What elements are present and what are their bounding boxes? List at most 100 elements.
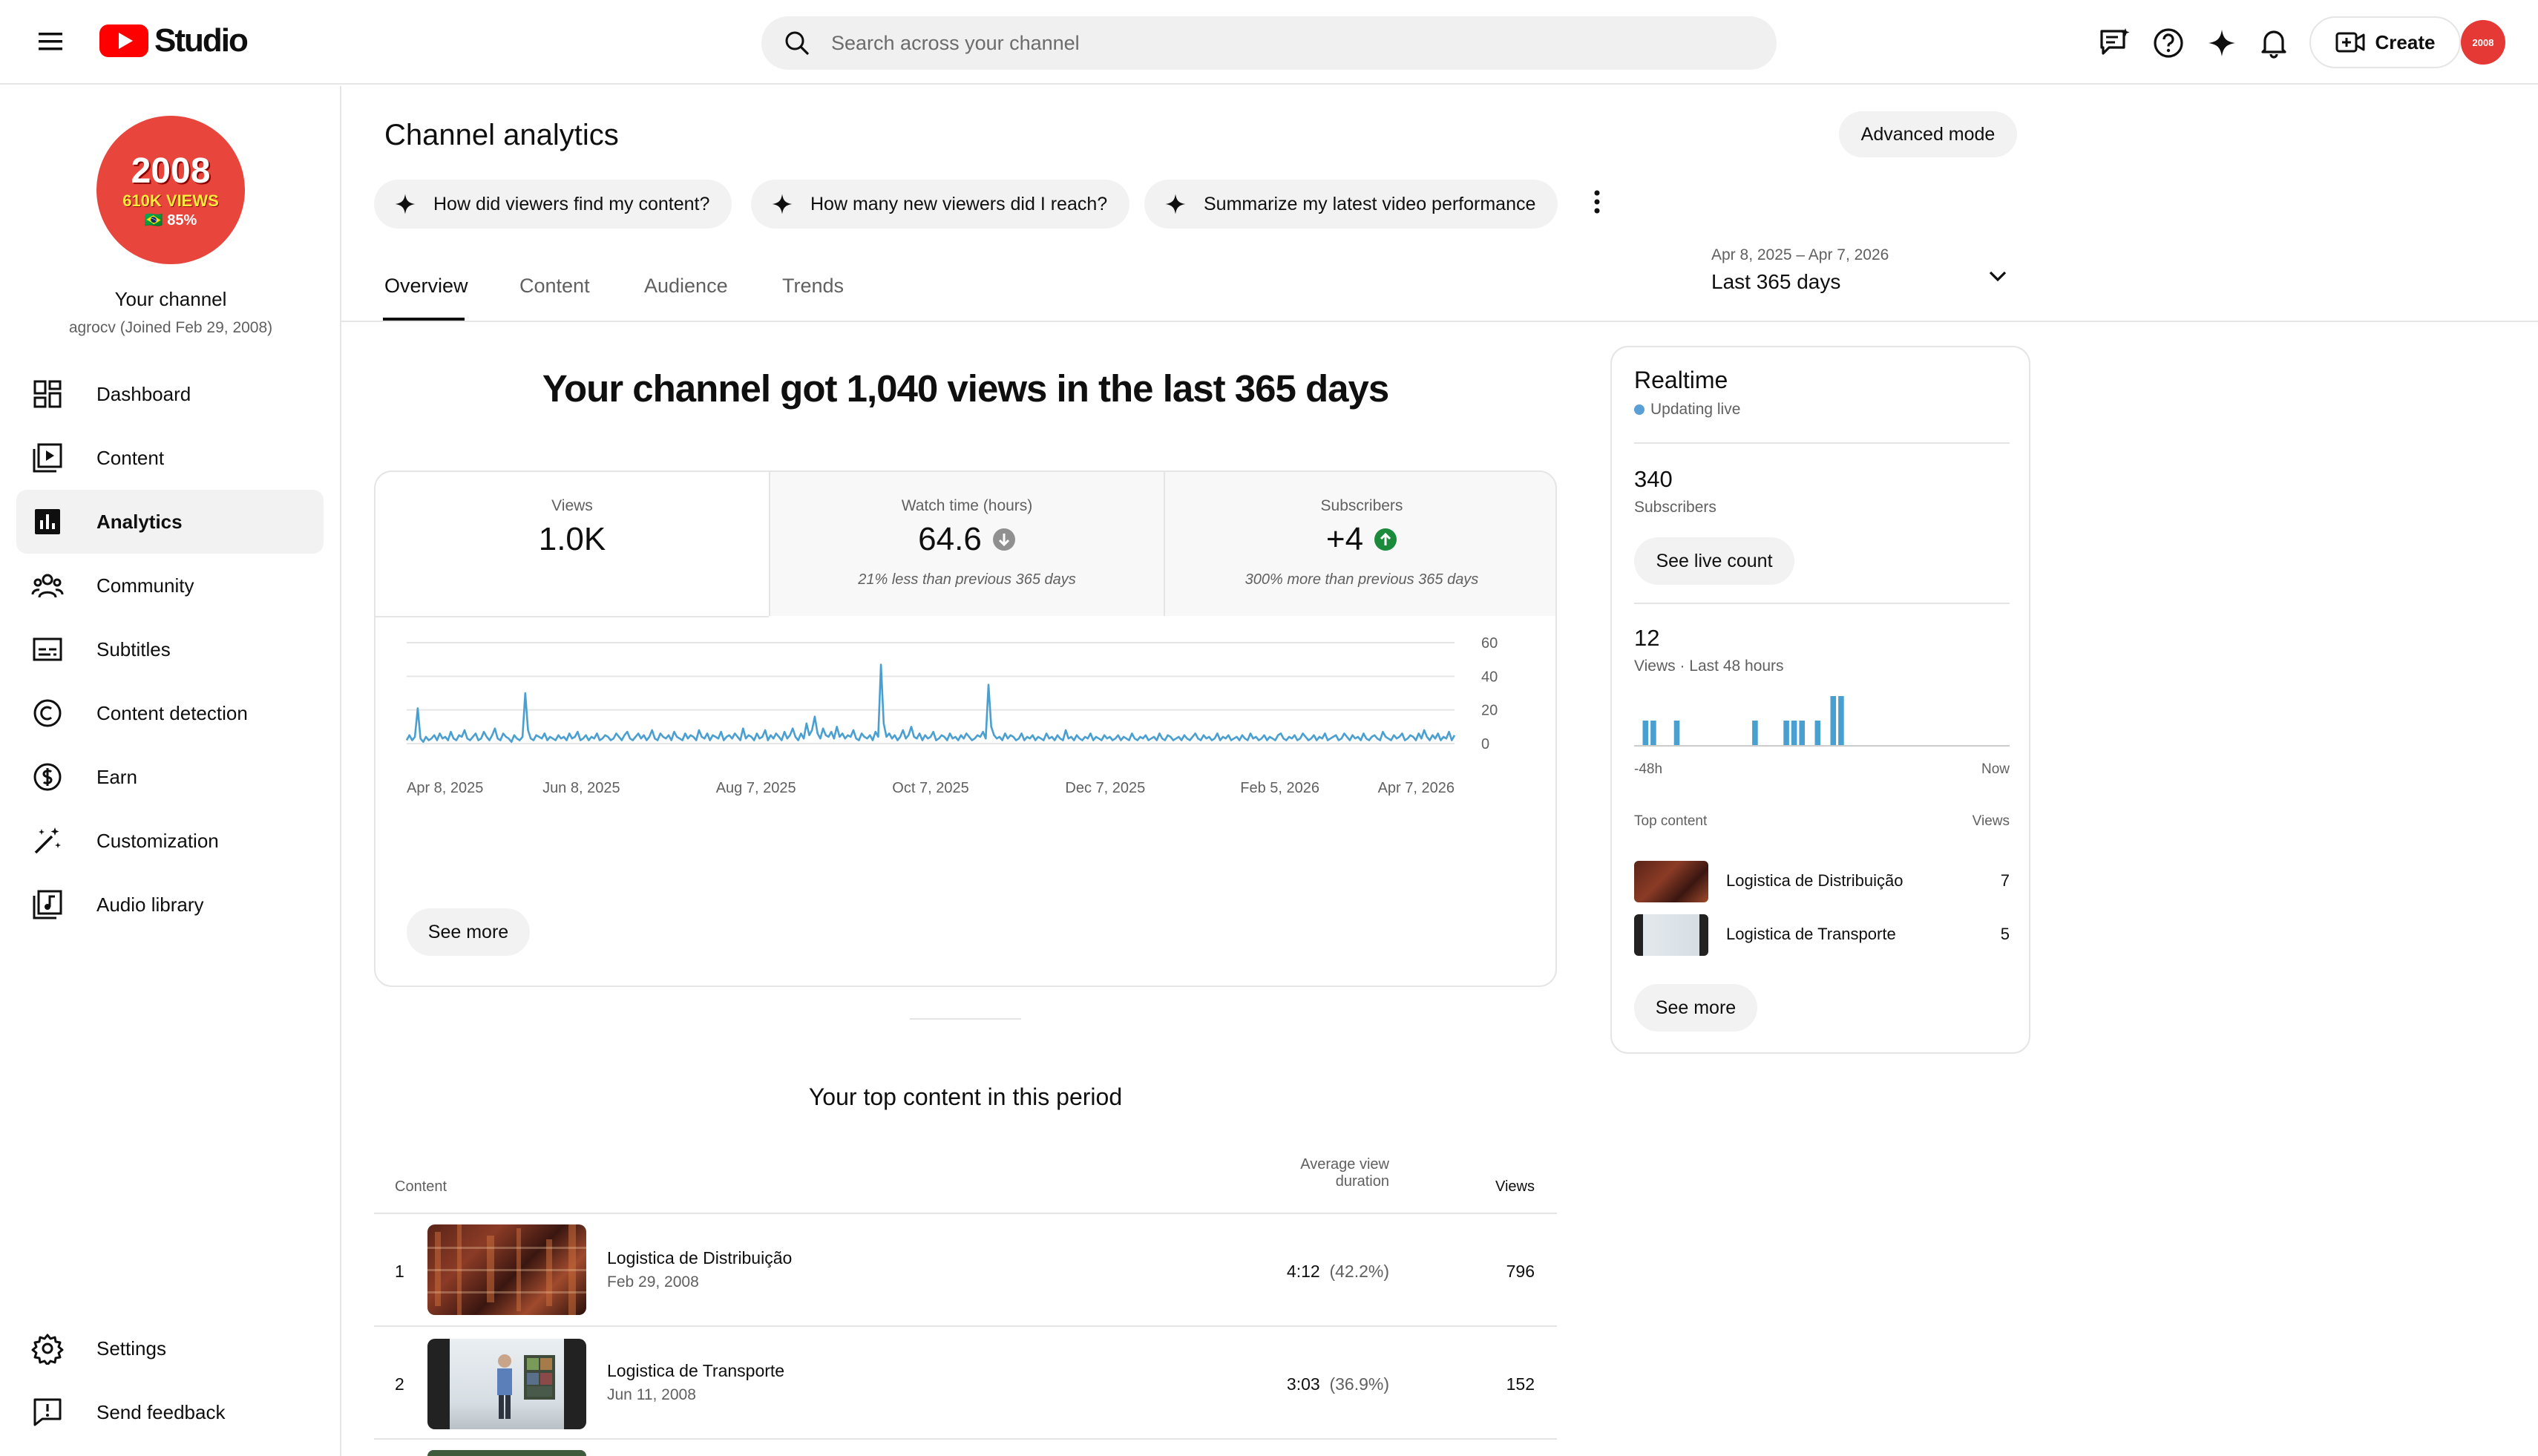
sidebar-item-send-feedback[interactable]: Send feedback xyxy=(16,1380,324,1444)
tab-audience[interactable]: Audience xyxy=(644,275,728,298)
metric-subscribers[interactable]: Subscribers +4 300% more than previous 3… xyxy=(1164,472,1555,616)
arrow-up-icon xyxy=(1374,528,1397,551)
col-header-avd[interactable]: Average view duration xyxy=(1262,1156,1389,1190)
sidebar-item-content[interactable]: Content xyxy=(16,426,324,490)
sidebar-item-earn[interactable]: Earn xyxy=(16,745,324,809)
realtime-bar[interactable] xyxy=(1838,696,1844,745)
realtime-title: Realtime xyxy=(1634,367,1728,393)
realtime-bar[interactable] xyxy=(1673,721,1680,745)
notifications-bell-icon[interactable] xyxy=(2256,25,2292,61)
realtime-bar[interactable] xyxy=(1642,721,1649,745)
search-bar[interactable] xyxy=(761,16,1777,70)
row-rank: 2 xyxy=(395,1374,404,1394)
copyright-icon xyxy=(33,699,62,727)
realtime-bar[interactable] xyxy=(1783,721,1789,745)
video-thumbnail-partial[interactable] xyxy=(427,1450,586,1456)
realtime-bar[interactable] xyxy=(1791,721,1797,745)
ask-chip-traffic[interactable]: How did viewers find my content? xyxy=(374,180,732,229)
realtime-bar[interactable] xyxy=(1814,721,1821,745)
video-date: Jun 11, 2008 xyxy=(607,1386,696,1403)
logo-text: Studio xyxy=(154,22,249,59)
x-tick-label: Dec 7, 2025 xyxy=(1065,780,1145,796)
sidebar-item-label: Subtitles xyxy=(96,637,171,660)
sidebar-item-community[interactable]: Community xyxy=(16,554,324,617)
video-thumbnail[interactable] xyxy=(427,1339,586,1429)
account-avatar-text: 2008 xyxy=(2472,36,2494,48)
sidebar-item-dashboard[interactable]: Dashboard xyxy=(16,362,324,426)
overview-card: Views 1.0K Watch time (hours) 64.6 21% l… xyxy=(374,470,1557,987)
x-tick-label: Jun 8, 2025 xyxy=(542,780,620,796)
see-more-button[interactable]: See more xyxy=(407,908,530,956)
studio-logo[interactable]: Studio xyxy=(99,22,249,59)
tab-content[interactable]: Content xyxy=(519,275,590,298)
chevron-down-icon[interactable] xyxy=(1983,261,2013,291)
channel-avatar-line2: 610K VIEWS xyxy=(122,191,219,210)
feedback-chat-icon[interactable] xyxy=(2097,25,2133,61)
sidebar-item-audio-library[interactable]: Audio library xyxy=(16,873,324,937)
help-icon[interactable] xyxy=(2151,25,2186,61)
audio-library-icon xyxy=(33,890,62,919)
search-icon xyxy=(785,31,810,56)
video-title[interactable]: Logistica de Transporte xyxy=(607,1361,784,1381)
video-date: Feb 29, 2008 xyxy=(607,1273,699,1291)
video-thumbnail[interactable] xyxy=(427,1224,586,1315)
realtime-bar[interactable] xyxy=(1799,721,1805,745)
metric-views[interactable]: Views 1.0K xyxy=(376,472,769,616)
metric-value: 1.0K xyxy=(538,521,606,557)
menu-icon[interactable] xyxy=(34,25,67,58)
video-thumbnail[interactable] xyxy=(1634,861,1708,902)
sparkle-icon xyxy=(772,194,793,214)
page-title: Channel analytics xyxy=(384,119,619,151)
realtime-bar[interactable] xyxy=(1830,696,1837,745)
realtime-axis-start: -48h xyxy=(1634,761,1663,777)
search-input[interactable] xyxy=(831,31,1722,55)
video-thumbnail[interactable] xyxy=(1634,914,1708,956)
date-range-label[interactable]: Last 365 days xyxy=(1711,270,1840,294)
more-options-icon[interactable] xyxy=(1582,184,1612,220)
realtime-bar[interactable] xyxy=(1752,721,1758,745)
realtime-see-more-button[interactable]: See more xyxy=(1634,984,1757,1032)
section-divider xyxy=(910,1018,1021,1020)
col-header-content: Content xyxy=(395,1178,447,1195)
sparkle-icon[interactable] xyxy=(2204,25,2240,61)
tab-trends[interactable]: Trends xyxy=(782,275,844,298)
sidebar-item-settings[interactable]: Settings xyxy=(16,1316,324,1380)
views-value: 7 xyxy=(2000,871,2010,890)
video-title[interactable]: Logistica de Distribuição xyxy=(607,1248,792,1268)
col-header-views[interactable]: Views xyxy=(1460,1178,1535,1196)
see-live-count-button[interactable]: See live count xyxy=(1634,537,1794,585)
live-text: Updating live xyxy=(1650,401,1741,418)
top-content-title: Your top content in this period xyxy=(808,1083,1123,1110)
sidebar-item-customization[interactable]: Customization xyxy=(16,809,324,873)
views-line-chart[interactable]: 60 40 20 0 Apr 8, 2025 Jun 8, 2025 Aug 7, 2025… xyxy=(376,617,1557,840)
y-tick-label: 20 xyxy=(1481,703,1498,719)
y-tick-label: 60 xyxy=(1481,635,1498,652)
sidebar-item-label: Earn xyxy=(96,765,137,788)
avg-view-duration: 4:12 (42.2%) xyxy=(1262,1262,1389,1282)
tab-overview[interactable]: Overview xyxy=(384,275,468,298)
channel-avatar[interactable]: 2008 610K VIEWS 🇧🇷 85% xyxy=(96,116,245,264)
metric-label: Watch time (hours) xyxy=(901,497,1033,514)
y-tick-label: 40 xyxy=(1481,669,1498,685)
sidebar-item-label: Send feedback xyxy=(96,1400,226,1423)
sidebar-item-label: Analytics xyxy=(96,510,183,533)
views-value: 5 xyxy=(2000,925,2010,943)
metric-watch-time[interactable]: Watch time (hours) 64.6 21% less than pr… xyxy=(769,472,1164,616)
date-range-text[interactable]: Apr 8, 2025 – Apr 7, 2026 xyxy=(1711,246,1889,264)
tabs-divider xyxy=(341,321,2538,322)
advanced-mode-button[interactable]: Advanced mode xyxy=(1839,111,2017,157)
realtime-bar-chart[interactable] xyxy=(1634,693,2010,750)
metric-note: 300% more than previous 365 days xyxy=(1245,571,1479,588)
account-avatar[interactable]: 2008 xyxy=(2461,20,2505,65)
ask-chip-new-viewers[interactable]: How many new viewers did I reach? xyxy=(751,180,1130,229)
feedback-icon xyxy=(33,1398,62,1426)
ask-chip-summarize[interactable]: Summarize my latest video performance xyxy=(1144,180,1558,229)
create-button[interactable]: Create xyxy=(2309,16,2461,68)
sidebar-item-label: Audio library xyxy=(96,893,204,916)
sidebar-item-label: Dashboard xyxy=(96,382,191,405)
realtime-bar[interactable] xyxy=(1650,721,1656,745)
sidebar-item-content-detection[interactable]: Content detection xyxy=(16,681,324,745)
sidebar-item-analytics[interactable]: Analytics xyxy=(16,490,324,554)
sidebar-item-subtitles[interactable]: Subtitles xyxy=(16,617,324,681)
row-rank: 1 xyxy=(395,1262,404,1281)
